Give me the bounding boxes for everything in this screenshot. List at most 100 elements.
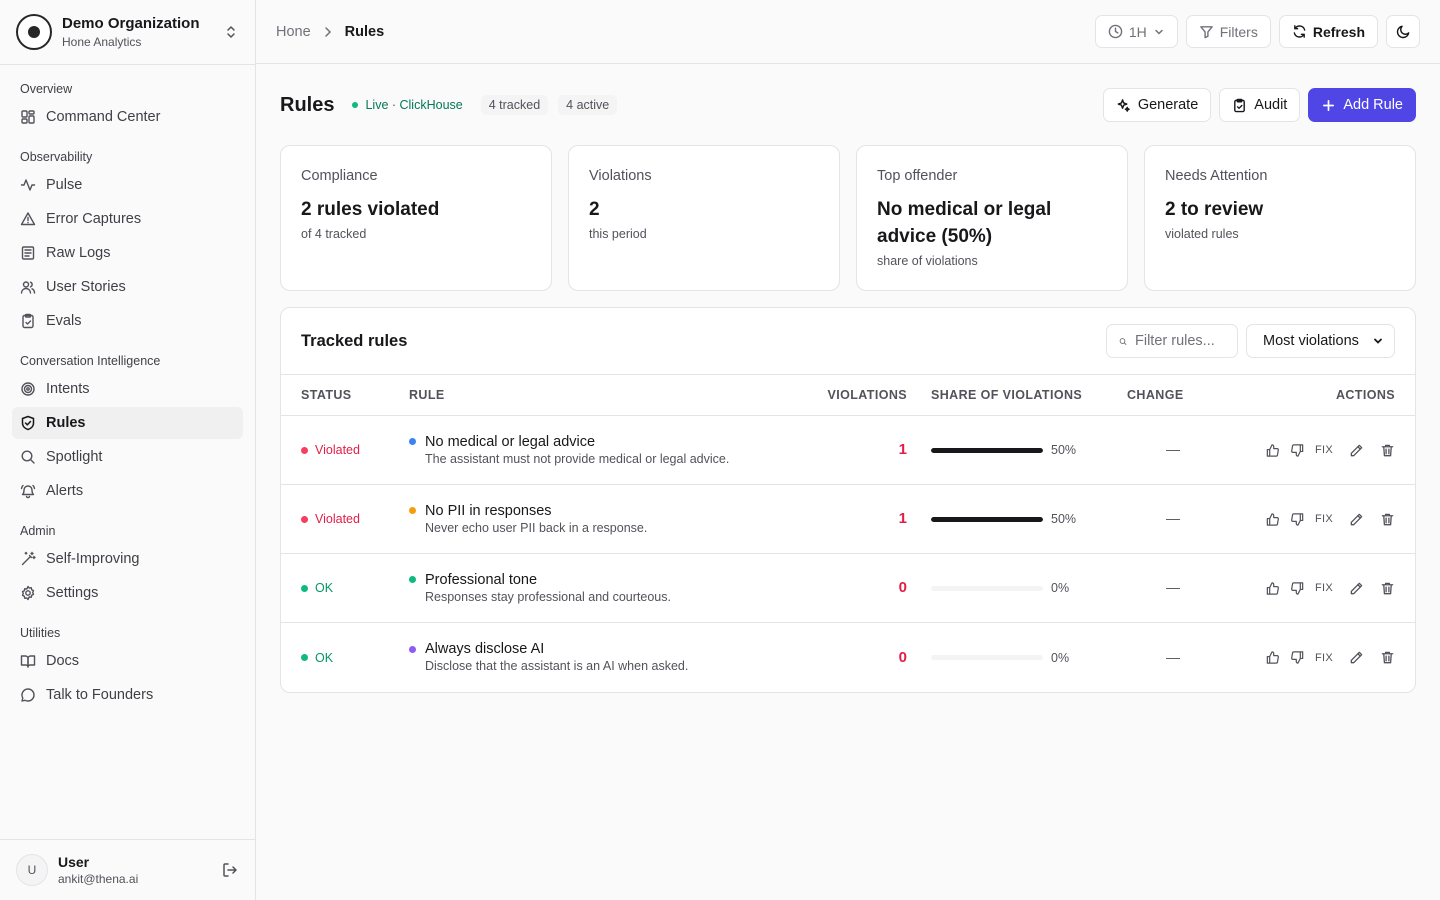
header-change[interactable]: CHANGE [1127,388,1183,402]
nav-gap [12,507,243,521]
trash-icon[interactable] [1380,581,1395,596]
card-subtext: of 4 tracked [301,227,367,241]
rule-title[interactable]: No medical or legal advice [425,433,595,451]
sidebar-item-command-center[interactable]: Command Center [12,101,243,133]
search-icon [20,449,36,465]
breadcrumb-home[interactable]: Hone [276,24,311,40]
nav-section-title: Utilities [20,626,61,640]
trash-icon[interactable] [1380,443,1395,458]
rule-title[interactable]: No PII in responses [425,502,552,520]
sidebar-item-user-stories[interactable]: User Stories [12,271,243,303]
thumbs-down-icon[interactable] [1290,443,1305,458]
header-status[interactable]: STATUS [281,388,409,402]
logs-icon [20,245,36,261]
sidebar-item-label: Talk to Founders [46,687,154,703]
search-icon [1119,337,1127,345]
bell-icon [20,483,36,499]
edit-icon[interactable] [1349,512,1364,527]
card-subtext: share of violations [877,254,978,268]
nav-section-title: Observability [20,150,93,164]
thumbs-down-icon[interactable] [1290,512,1305,527]
filters-label: Filters [1219,23,1258,40]
active-count-badge: 4 active [558,95,618,115]
table-row[interactable]: OK Always disclose AI Disclose that the … [281,623,1415,692]
sidebar-item-self-improving[interactable]: Self-Improving [12,543,243,575]
status-label: OK [315,581,334,595]
org-switcher[interactable]: Demo Organization Hone Analytics [0,0,255,65]
add-rule-button[interactable]: Add Rule [1308,88,1416,122]
target-icon [20,381,36,397]
header-rule[interactable]: RULE [409,388,809,402]
generate-button[interactable]: Generate [1102,88,1212,122]
header-actions: ACTIONS [1335,388,1395,402]
card-label: Violations [589,168,652,184]
sort-select[interactable]: Most violations [1246,324,1395,358]
fix-button[interactable]: FIX [1315,582,1333,594]
rule-description: The assistant must not provide medical o… [425,451,730,466]
filters-button[interactable]: Filters [1185,15,1271,48]
sidebar-item-spotlight[interactable]: Spotlight [12,441,243,473]
sidebar-item-pulse[interactable]: Pulse [12,169,243,201]
chevrons-up-down-icon[interactable] [223,24,239,40]
fix-button[interactable]: FIX [1315,444,1333,456]
trash-icon[interactable] [1380,650,1395,665]
thumbs-down-icon[interactable] [1290,581,1305,596]
edit-icon[interactable] [1349,443,1364,458]
thumbs-up-icon[interactable] [1265,650,1280,665]
gear-icon [20,585,36,601]
refresh-button[interactable]: Refresh [1278,15,1378,48]
breadcrumb: Hone Rules [276,24,1087,40]
chevron-down-icon [1374,338,1382,344]
thumbs-up-icon[interactable] [1265,512,1280,527]
thumbs-up-icon[interactable] [1265,443,1280,458]
shield-check-icon [20,415,36,431]
table-header: STATUS RULE VIOLATIONS SHARE OF VIOLATIO… [281,375,1415,416]
theme-toggle-button[interactable] [1386,15,1420,48]
rule-description: Never echo user PII back in a response. [425,520,648,535]
rule-title[interactable]: Always disclose AI [425,640,544,658]
fix-button[interactable]: FIX [1315,513,1333,525]
sidebar-item-rules[interactable]: Rules [12,407,243,439]
card-value: No medical or legal advice (50%) [877,199,1052,247]
sidebar-item-docs[interactable]: Docs [12,645,243,677]
sidebar-item-intents[interactable]: Intents [12,373,243,405]
sidebar-item-alerts[interactable]: Alerts [12,475,243,507]
activity-icon [20,177,36,193]
table-row[interactable]: OK Professional tone Responses stay prof… [281,554,1415,623]
sidebar-item-label: Alerts [46,483,84,499]
sidebar-item-talk-to-founders[interactable]: Talk to Founders [12,679,243,711]
audit-button[interactable]: Audit [1219,88,1301,122]
trash-icon[interactable] [1380,512,1395,527]
thumbs-up-icon[interactable] [1265,581,1280,596]
thumbs-down-icon[interactable] [1290,650,1305,665]
header-share[interactable]: SHARE OF VIOLATIONS [907,388,1127,402]
sidebar-item-label: Evals [46,313,82,329]
table-row[interactable]: Violated No medical or legal advice The … [281,416,1415,485]
fix-button[interactable]: FIX [1315,652,1333,664]
table-row[interactable]: Violated No PII in responses Never echo … [281,485,1415,554]
rule-color-dot [409,507,416,514]
rule-title[interactable]: Professional tone [425,571,537,589]
sidebar-item-settings[interactable]: Settings [12,577,243,609]
sidebar-item-label: Rules [46,415,86,431]
sidebar-item-raw-logs[interactable]: Raw Logs [12,237,243,269]
edit-icon[interactable] [1349,581,1364,596]
status-badge: OK [301,581,409,595]
summary-cards: Compliance 2 rules violated of 4 tracked… [280,145,1416,291]
time-range-button[interactable]: 1H [1094,15,1178,48]
avatar[interactable]: U [16,854,48,886]
add-rule-label: Add Rule [1343,97,1403,113]
sidebar-item-error-captures[interactable]: Error Captures [12,203,243,235]
live-status: Live · ClickHouse [352,98,463,112]
logout-icon[interactable] [221,861,239,879]
header-violations[interactable]: VIOLATIONS [809,388,907,402]
audit-label: Audit [1254,97,1288,113]
page-header: Rules Live · ClickHouse 4 tracked 4 acti… [280,65,1416,145]
status-dot [301,446,308,454]
filter-rules-input[interactable] [1135,333,1225,349]
share-bar-fill [931,516,1043,522]
nav-gap [12,609,243,623]
edit-icon[interactable] [1349,650,1364,665]
filter-rules-search [1106,324,1238,358]
sidebar-item-evals[interactable]: Evals [12,305,243,337]
